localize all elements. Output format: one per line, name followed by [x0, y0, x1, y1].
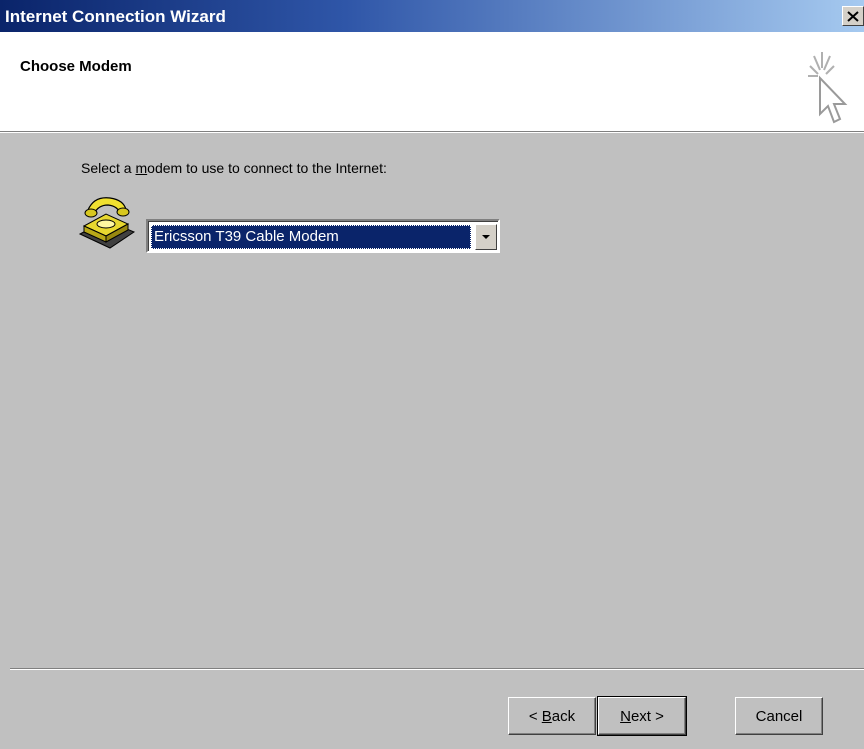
page-title: Choose Modem	[20, 58, 132, 75]
wizard-cursor-icon	[808, 52, 848, 124]
modem-prompt-label: Select a modem to use to connect to the …	[81, 160, 387, 176]
footer-divider-highlight	[10, 669, 864, 670]
next-button-mnemonic: N	[620, 707, 631, 725]
telephone-icon	[78, 197, 136, 249]
back-button-prefix: <	[528, 707, 542, 725]
modem-select-field: Ericsson T39 Cable Modem	[148, 221, 498, 251]
back-button-label: ack	[551, 707, 576, 725]
back-button[interactable]: < Back	[508, 697, 596, 735]
next-button[interactable]: Next >	[597, 696, 687, 736]
close-button[interactable]	[842, 6, 864, 26]
prompt-mnemonic: m	[135, 160, 148, 176]
modem-select-value[interactable]: Ericsson T39 Cable Modem	[151, 225, 471, 249]
wizard-header: Choose Modem	[0, 32, 864, 132]
cancel-button[interactable]: Cancel	[735, 697, 823, 735]
close-icon	[847, 10, 859, 22]
prompt-text-after: odem to use to connect to the Internet:	[147, 160, 387, 176]
modem-select[interactable]: Ericsson T39 Cable Modem	[146, 219, 500, 253]
next-button-label: ext >	[630, 707, 664, 725]
prompt-text-before: Select a	[81, 160, 136, 176]
modem-dropdown-button[interactable]	[475, 224, 497, 250]
header-divider	[0, 132, 864, 133]
chevron-down-icon	[482, 235, 490, 239]
back-button-mnemonic: B	[541, 707, 552, 725]
cancel-button-label: Cancel	[755, 707, 803, 725]
window-title: Internet Connection Wizard	[5, 7, 226, 26]
title-bar: Internet Connection Wizard	[0, 0, 864, 32]
